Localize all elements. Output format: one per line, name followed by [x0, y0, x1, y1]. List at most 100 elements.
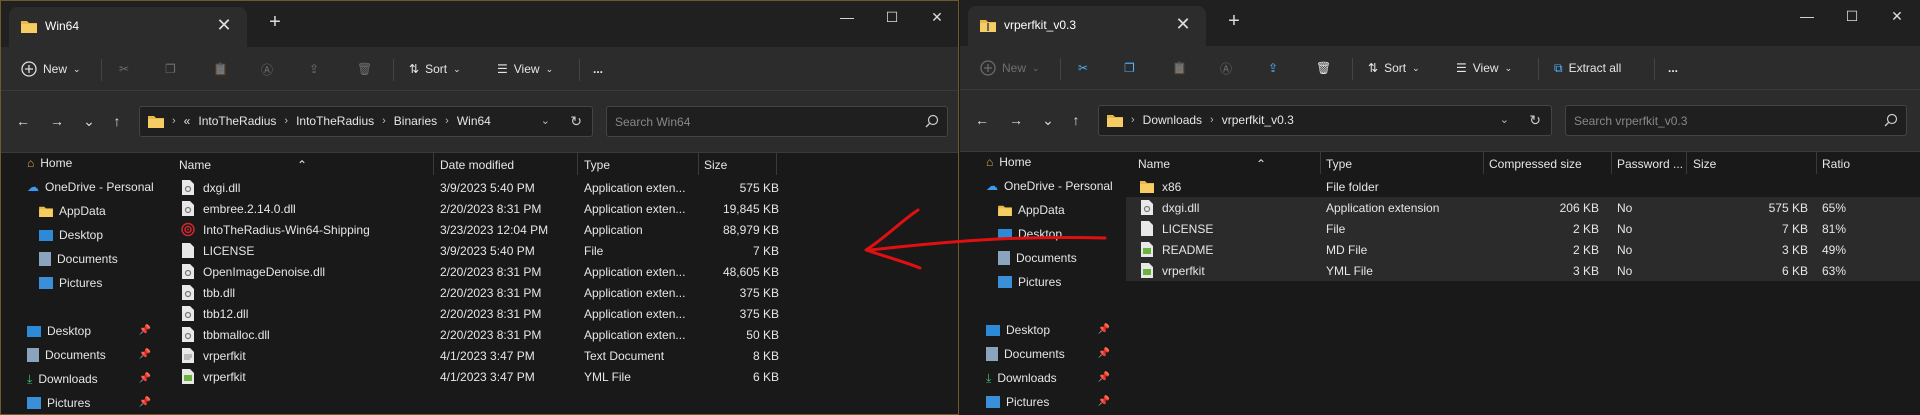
nav-item-home[interactable]: ⌂ Home — [986, 152, 1031, 172]
quick-access-downloads[interactable]: ⤓ Downloads — [986, 368, 1057, 388]
nav-item-pictures[interactable]: Pictures — [39, 273, 102, 293]
close-window-button[interactable]: ✕ — [1882, 4, 1912, 28]
minimize-button[interactable]: — — [832, 5, 862, 29]
column-type[interactable]: Type — [1326, 157, 1352, 171]
file-row[interactable]: dxgi.dll Application extension 206 KB No 575… — [1126, 197, 1920, 218]
nav-item-home[interactable]: ⌂ Home — [27, 153, 72, 173]
file-row[interactable]: IntoTheRadius-Win64-Shipping 3/23/2023 12… — [167, 219, 958, 240]
nav-item-appdata[interactable]: AppData — [39, 201, 106, 221]
nav-item-desktop[interactable]: Desktop — [998, 224, 1062, 244]
copy-icon[interactable]: ❐ — [165, 57, 176, 81]
breadcrumb-item[interactable]: vrperfkit_v0.3 — [1222, 113, 1294, 127]
copy-icon[interactable]: ❐ — [1124, 56, 1135, 80]
quick-access-downloads[interactable]: ⤓ Downloads — [27, 369, 98, 389]
file-row[interactable]: tbb12.dll 2/20/2023 8:31 PM Application ex… — [167, 303, 958, 324]
breadcrumb-item[interactable]: Downloads — [1143, 113, 1202, 127]
quick-access-documents[interactable]: Documents — [27, 345, 106, 365]
forward-icon[interactable]: → — [1006, 112, 1026, 132]
up-icon[interactable]: ↑ — [107, 113, 127, 133]
more-options-button[interactable]: ... — [593, 57, 603, 81]
extract-all-button[interactable]: ⧉ Extract all — [1554, 56, 1621, 80]
new-button[interactable]: New ⌄ — [980, 56, 1040, 80]
new-tab-button[interactable]: + — [263, 11, 287, 34]
cut-icon[interactable]: ✂ — [119, 57, 129, 81]
quick-access-desktop[interactable]: Desktop — [27, 321, 91, 341]
maximize-button[interactable]: ☐ — [1837, 4, 1867, 28]
column-password-protected[interactable]: Password ... — [1617, 157, 1683, 171]
sort-button[interactable]: ⇅ Sort ⌄ — [409, 57, 461, 81]
maximize-button[interactable]: ☐ — [877, 5, 907, 29]
file-row[interactable]: vrperfkit 4/1/2023 3:47 PM Text Document 8 … — [167, 345, 958, 366]
up-icon[interactable]: ↑ — [1066, 112, 1086, 132]
column-ratio[interactable]: Ratio — [1822, 157, 1850, 171]
paste-icon[interactable]: 📋 — [1172, 56, 1187, 80]
delete-icon[interactable]: 🗑 — [357, 57, 372, 81]
file-row[interactable]: x86 File folder — [1126, 176, 1920, 197]
sort-button[interactable]: ⇅ Sort ⌄ — [1368, 56, 1420, 80]
column-name[interactable]: Name — [1138, 157, 1170, 171]
more-options-button[interactable]: ... — [1668, 56, 1678, 80]
rename-icon[interactable]: Ⓐ — [1220, 56, 1232, 80]
recent-locations-icon[interactable]: ⌄ — [1038, 112, 1058, 132]
share-icon[interactable]: ⇪ — [309, 57, 319, 81]
address-bar[interactable]: › Downloads › vrperfkit_v0.3 ⌄ ↻ — [1098, 105, 1552, 136]
file-row[interactable]: vrperfkit 4/1/2023 3:47 PM YML File 6 KB — [167, 366, 958, 387]
quick-access-desktop[interactable]: Desktop — [986, 320, 1050, 340]
view-button[interactable]: ☰ View ⌄ — [497, 57, 553, 81]
nav-item-desktop[interactable]: Desktop — [39, 225, 103, 245]
search-box[interactable]: Search vrperfkit_v0.3 — [1565, 105, 1907, 136]
quick-access-pictures[interactable]: Pictures — [986, 392, 1049, 412]
file-row[interactable]: embree.2.14.0.dll 2/20/2023 8:31 PM Applic… — [167, 198, 958, 219]
column-size[interactable]: Size — [1693, 157, 1716, 171]
nav-item-appdata[interactable]: AppData — [998, 200, 1065, 220]
address-bar[interactable]: › « IntoTheRadius › IntoTheRadius › Bina… — [139, 106, 593, 137]
new-tab-button[interactable]: + — [1222, 10, 1246, 33]
file-row[interactable]: vrperfkit YML File 3 KB No 6 KB 63% — [1126, 260, 1920, 281]
breadcrumb-overflow[interactable]: « — [184, 114, 191, 128]
cut-icon[interactable]: ✂ — [1078, 56, 1088, 80]
chevron-down-icon[interactable]: ⌄ — [1500, 113, 1509, 126]
close-tab-icon[interactable]: ✕ — [1172, 14, 1194, 35]
rename-icon[interactable]: Ⓐ — [261, 57, 273, 81]
quick-access-documents[interactable]: Documents — [986, 344, 1065, 364]
nav-item-documents[interactable]: Documents — [39, 249, 118, 269]
search-box[interactable]: Search Win64 — [606, 106, 948, 137]
nav-item-documents[interactable]: Documents — [998, 248, 1077, 268]
close-window-button[interactable]: ✕ — [922, 5, 952, 29]
file-row[interactable]: tbb.dll 2/20/2023 8:31 PM Application exte… — [167, 282, 958, 303]
quick-access-pictures[interactable]: Pictures — [27, 393, 90, 413]
column-size[interactable]: Size — [704, 158, 727, 172]
nav-item-pictures[interactable]: Pictures — [998, 272, 1061, 292]
file-row[interactable]: LICENSE File 2 KB No 7 KB 81% — [1126, 218, 1920, 239]
file-row[interactable]: OpenImageDenoise.dll 2/20/2023 8:31 PM App… — [167, 261, 958, 282]
breadcrumb-item[interactable]: Win64 — [457, 114, 491, 128]
breadcrumb-item[interactable]: IntoTheRadius — [198, 114, 276, 128]
file-row[interactable]: tbbmalloc.dll 2/20/2023 8:31 PM Applicatio… — [167, 324, 958, 345]
nav-item-onedrive[interactable]: ☁ OneDrive - Personal — [986, 176, 1113, 196]
close-tab-icon[interactable]: ✕ — [213, 15, 235, 36]
chevron-down-icon[interactable]: ⌄ — [541, 114, 550, 127]
paste-icon[interactable]: 📋 — [213, 57, 228, 81]
minimize-button[interactable]: — — [1792, 4, 1822, 28]
back-icon[interactable]: ← — [972, 112, 992, 132]
forward-icon[interactable]: → — [47, 113, 67, 133]
breadcrumb-item[interactable]: Binaries — [394, 114, 437, 128]
nav-item-onedrive[interactable]: ☁ OneDrive - Personal — [27, 177, 154, 197]
view-button[interactable]: ☰ View ⌄ — [1456, 56, 1512, 80]
refresh-icon[interactable]: ↻ — [570, 113, 582, 130]
new-button[interactable]: New ⌄ — [21, 57, 81, 81]
share-icon[interactable]: ⇪ — [1268, 56, 1278, 80]
tab-vrperfkit[interactable]: vrperfkit_v0.3 ✕ — [968, 6, 1206, 46]
column-type[interactable]: Type — [584, 158, 610, 172]
column-date-modified[interactable]: Date modified — [440, 158, 514, 172]
column-compressed-size[interactable]: Compressed size — [1489, 157, 1582, 171]
file-row[interactable]: dxgi.dll 3/9/2023 5:40 PM Application exte… — [167, 177, 958, 198]
back-icon[interactable]: ← — [13, 113, 33, 133]
breadcrumb-item[interactable]: IntoTheRadius — [296, 114, 374, 128]
file-row[interactable]: LICENSE 3/9/2023 5:40 PM File 7 KB — [167, 240, 958, 261]
recent-locations-icon[interactable]: ⌄ — [79, 113, 99, 133]
file-row[interactable]: README MD File 2 KB No 3 KB 49% — [1126, 239, 1920, 260]
column-name[interactable]: Name — [179, 158, 211, 172]
refresh-icon[interactable]: ↻ — [1529, 112, 1541, 129]
delete-icon[interactable]: 🗑 — [1316, 56, 1331, 80]
